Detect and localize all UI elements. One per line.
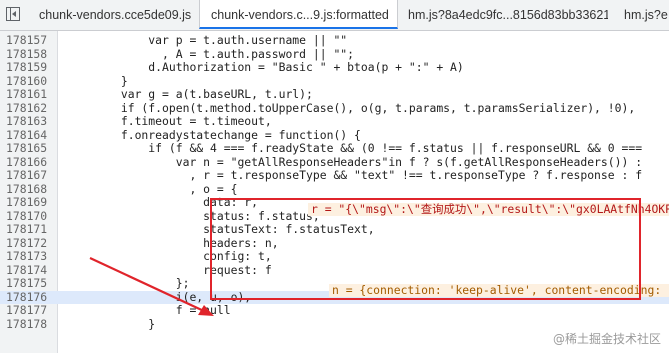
annotation-arrow (89, 257, 214, 316)
watermark: @稀土掘金技术社区 (552, 332, 661, 346)
